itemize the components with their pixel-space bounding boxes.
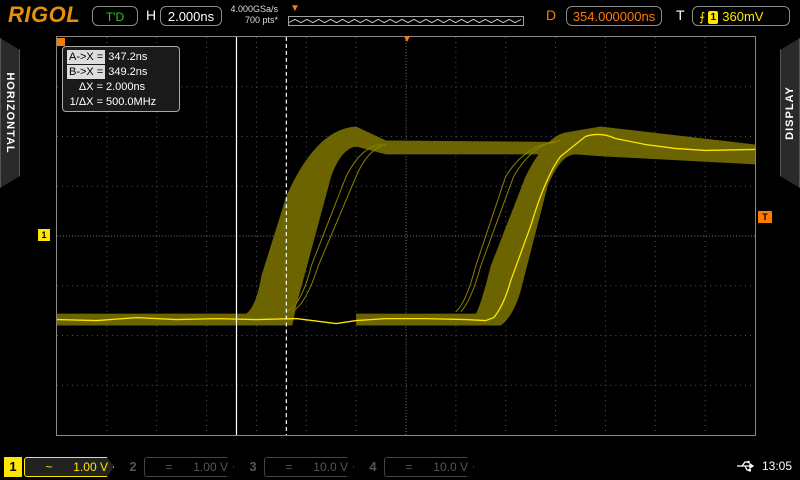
- channel-4-scale: 10.0 V: [433, 460, 468, 474]
- channel-2-number: 2: [129, 459, 137, 474]
- cursor-b-label: B->X =: [67, 65, 106, 79]
- display-tab-label: DISPLAY: [784, 86, 796, 140]
- cursor-inv-row: 1/ΔX = 500.0MHz: [67, 95, 156, 109]
- display-menu-tab[interactable]: DISPLAY: [780, 38, 800, 188]
- delay-value[interactable]: 354.000000ns: [566, 6, 662, 26]
- memory-depth: 700 pts*: [244, 15, 278, 25]
- cursor-delta-value: 2.000ns: [106, 81, 146, 93]
- delay-label: D: [546, 7, 557, 23]
- horizontal-label: H: [146, 7, 157, 23]
- cursor-delta-label: ΔX =: [78, 81, 103, 93]
- cursor-a-label: A->X =: [67, 50, 106, 64]
- cursor-readout: A->X = 347.2ns B->X = 349.2ns ΔX = 2.000ns …: [62, 46, 180, 112]
- run-status-button[interactable]: T'D: [92, 6, 138, 26]
- trigger-setting[interactable]: ⨍ 1 360mV: [692, 6, 790, 26]
- rigol-logo: RIGOL: [8, 2, 81, 27]
- persistence-band-rise2: [356, 126, 755, 326]
- cursor-delta-row: ΔX = 2.000ns: [67, 80, 145, 94]
- sample-rate: 4.000GSa/s: [230, 4, 278, 14]
- channel-4-number: 4: [369, 459, 377, 474]
- trigger-position-icon: ▼: [402, 34, 412, 45]
- timebase-value[interactable]: 2.000ns: [160, 6, 222, 26]
- trigger-position-flag-icon: [57, 38, 65, 46]
- channel-3-button[interactable]: 3 = 10.0 V: [244, 457, 356, 477]
- channel-2-scale: 1.00 V: [193, 460, 228, 474]
- channel-3-scale: 10.0 V: [313, 460, 348, 474]
- usb-icon: [736, 460, 756, 475]
- cursor-b-row: B->X = 349.2ns: [67, 65, 147, 79]
- channel-4-coupling: =: [405, 460, 413, 474]
- channel-status-bar: 1 ~ 1.00 V 2 = 1.00 V 3 = 10.0 V 4 = 10.…: [0, 455, 800, 480]
- trigger-level-marker[interactable]: T: [758, 211, 772, 223]
- trigger-source: 1: [708, 11, 719, 24]
- horizontal-menu-tab[interactable]: HORIZONTAL: [0, 38, 20, 188]
- trigger-label: T: [676, 7, 685, 23]
- channel-1-coupling: ~: [45, 460, 53, 474]
- acquisition-info: 4.000GSa/s 700 pts*: [230, 4, 278, 26]
- channel-2-button[interactable]: 2 = 1.00 V: [124, 457, 236, 477]
- cursor-inv-label: 1/ΔX =: [69, 96, 103, 108]
- top-status-bar: RIGOL T'D H 2.000ns 4.000GSa/s 700 pts* …: [0, 0, 800, 32]
- channel-3-number: 3: [249, 459, 257, 474]
- memory-overview-strip: [288, 16, 524, 26]
- channel-2-coupling: =: [165, 460, 173, 474]
- horizontal-tab-label: HORIZONTAL: [4, 72, 16, 154]
- cursor-inv-value: 500.0MHz: [106, 96, 157, 108]
- cursor-b-value: 349.2ns: [108, 66, 148, 78]
- channel-1-button[interactable]: 1 ~ 1.00 V: [4, 457, 116, 477]
- channel-1-number: 1: [4, 457, 22, 477]
- channel-3-coupling: =: [285, 460, 293, 474]
- ch1-offset-marker[interactable]: 1: [38, 229, 50, 241]
- memory-position-icon: ▼: [290, 3, 300, 14]
- system-clock: 13:05: [762, 459, 793, 473]
- rising-edge-icon: ⨍: [699, 10, 706, 24]
- channel-4-button[interactable]: 4 = 10.0 V: [364, 457, 476, 477]
- channel-1-scale: 1.00 V: [73, 460, 108, 474]
- cursor-a-value: 347.2ns: [108, 51, 148, 63]
- trigger-level: 360mV: [722, 9, 764, 24]
- cursor-a-row: A->X = 347.2ns: [67, 50, 147, 64]
